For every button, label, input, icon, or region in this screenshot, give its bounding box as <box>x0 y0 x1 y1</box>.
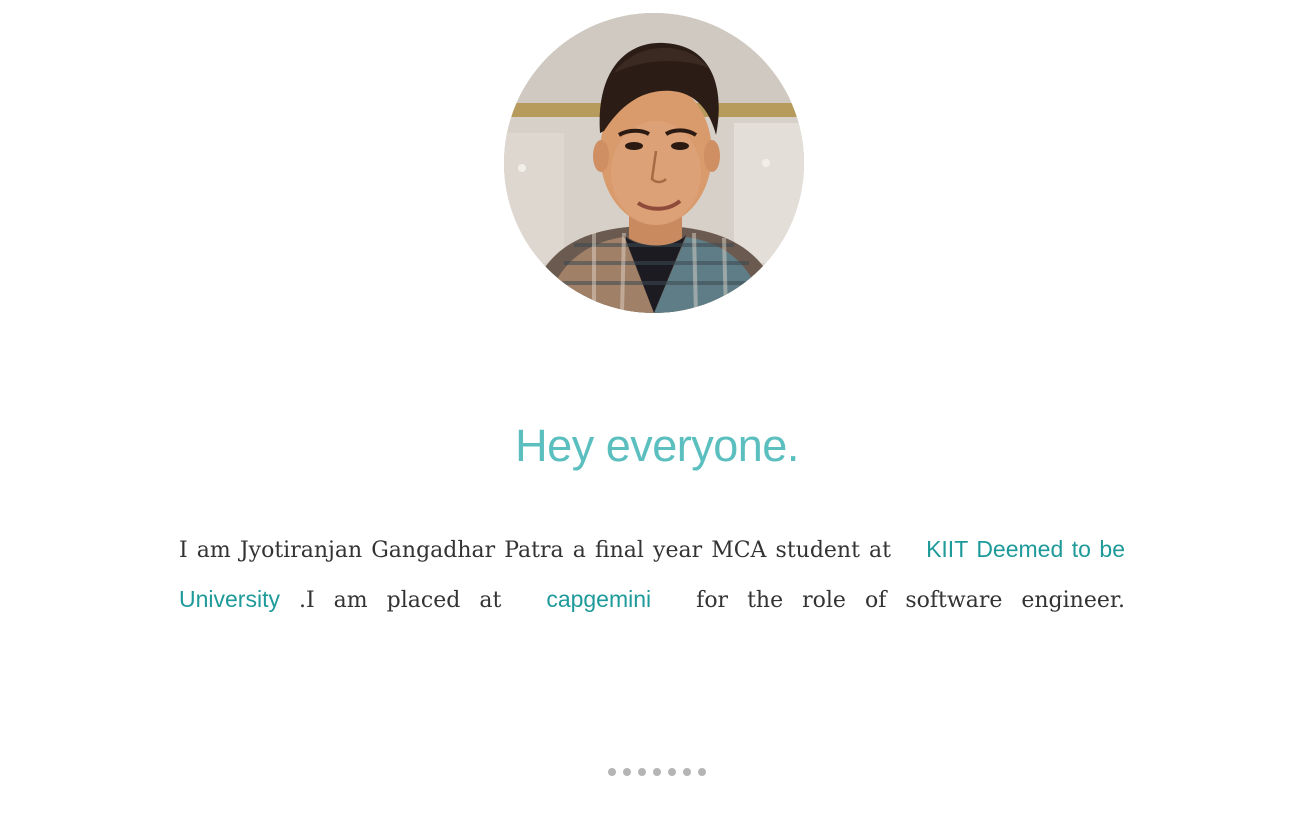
pagination-dots <box>0 768 1314 776</box>
page-title: Hey everyone. <box>515 420 799 471</box>
pagination-dot[interactable] <box>653 768 661 776</box>
avatar-photo <box>504 13 804 313</box>
pagination-dot[interactable] <box>638 768 646 776</box>
bio-text-intro: I am Jyotiranjan Gangadhar Patra a final… <box>179 538 891 563</box>
pagination-dot[interactable] <box>608 768 616 776</box>
pagination-dot[interactable] <box>668 768 676 776</box>
company-link[interactable]: capgemini <box>520 586 677 612</box>
avatar <box>504 13 804 313</box>
bio-paragraph: I am Jyotiranjan Gangadhar Patra a final… <box>179 525 1125 625</box>
intro-section: Hey everyone. I am Jyotiranjan Gangadhar… <box>0 0 1314 823</box>
bio-text-role: for the role of software engineer. <box>696 588 1125 613</box>
bio-text-placed: .I am placed at <box>298 588 502 613</box>
pagination-dot[interactable] <box>698 768 706 776</box>
pagination-dot[interactable] <box>683 768 691 776</box>
pagination-dot[interactable] <box>623 768 631 776</box>
